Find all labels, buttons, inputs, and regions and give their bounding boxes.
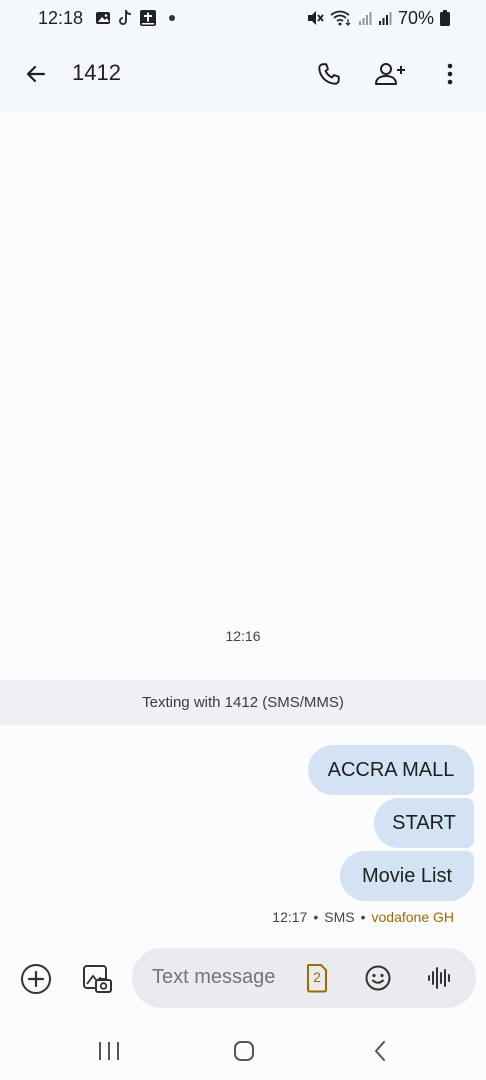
system-nav-bar xyxy=(0,1020,486,1080)
notification-dot xyxy=(169,15,176,21)
status-left: 12:18 xyxy=(38,7,176,29)
nav-back-button[interactable] xyxy=(370,1039,390,1063)
more-vert-icon xyxy=(447,63,453,85)
signal-icon xyxy=(358,11,372,25)
status-right: 70% xyxy=(306,8,450,29)
gallery-icon xyxy=(95,10,111,26)
mute-icon xyxy=(306,10,324,26)
sim-number: 2 xyxy=(313,969,321,985)
messages-screen: 12:18 70% 1412 12:16 Texting with 1412 (… xyxy=(0,0,486,1080)
meta-separator: • xyxy=(313,909,319,925)
call-icon xyxy=(318,63,340,85)
status-bar: 12:18 70% xyxy=(0,0,486,36)
recents-button[interactable] xyxy=(96,1040,122,1062)
message-timestamp: 12:16 xyxy=(225,628,261,644)
bible-app-icon xyxy=(139,9,157,27)
battery-icon xyxy=(440,10,450,26)
waveform-icon xyxy=(428,967,450,989)
meta-carrier: vodafone GH xyxy=(371,909,455,925)
add-person-icon xyxy=(375,63,405,85)
sim-selector-button[interactable]: 2 xyxy=(306,963,328,993)
add-attachment-button[interactable] xyxy=(19,962,53,996)
back-button[interactable] xyxy=(20,58,52,90)
voice-message-button[interactable] xyxy=(426,964,454,992)
message-text: START xyxy=(392,811,456,834)
texting-banner: Texting with 1412 (SMS/MMS) xyxy=(0,680,486,725)
home-button[interactable] xyxy=(232,1039,256,1063)
meta-type: SMS xyxy=(324,909,355,925)
emoji-button[interactable] xyxy=(364,964,392,992)
message-text: ACCRA MALL xyxy=(327,758,455,781)
add-person-button[interactable] xyxy=(372,58,408,90)
signal-icon xyxy=(378,11,392,25)
wifi-icon xyxy=(330,10,352,26)
message-bubble[interactable]: ACCRA MALL xyxy=(308,745,474,795)
meta-separator: • xyxy=(360,909,366,925)
message-text: Movie List xyxy=(361,864,453,887)
status-time: 12:18 xyxy=(38,7,84,28)
battery-percent: 70% xyxy=(397,7,434,28)
conversation-title: 1412 xyxy=(72,60,121,85)
gallery-camera-icon xyxy=(83,965,112,993)
top-app-bar: 1412 xyxy=(0,36,486,112)
chevron-left-icon xyxy=(375,1041,385,1061)
more-options-button[interactable] xyxy=(436,58,464,90)
recents-icon xyxy=(99,1042,119,1060)
call-button[interactable] xyxy=(313,58,345,90)
text-message-input[interactable] xyxy=(152,966,302,989)
message-meta: 12:17 • SMS • vodafone GH xyxy=(272,909,454,925)
home-icon xyxy=(234,1041,254,1061)
arrow-back-icon xyxy=(26,65,46,83)
emoji-icon xyxy=(365,965,391,991)
message-bubble[interactable]: START xyxy=(374,798,474,848)
meta-time: 12:17 xyxy=(272,909,308,925)
message-bubble[interactable]: Movie List xyxy=(340,851,474,901)
add-circle-icon xyxy=(21,964,51,994)
gallery-attach-button[interactable] xyxy=(80,962,114,996)
tiktok-icon xyxy=(117,9,133,27)
compose-bar: 2 xyxy=(132,948,476,1008)
